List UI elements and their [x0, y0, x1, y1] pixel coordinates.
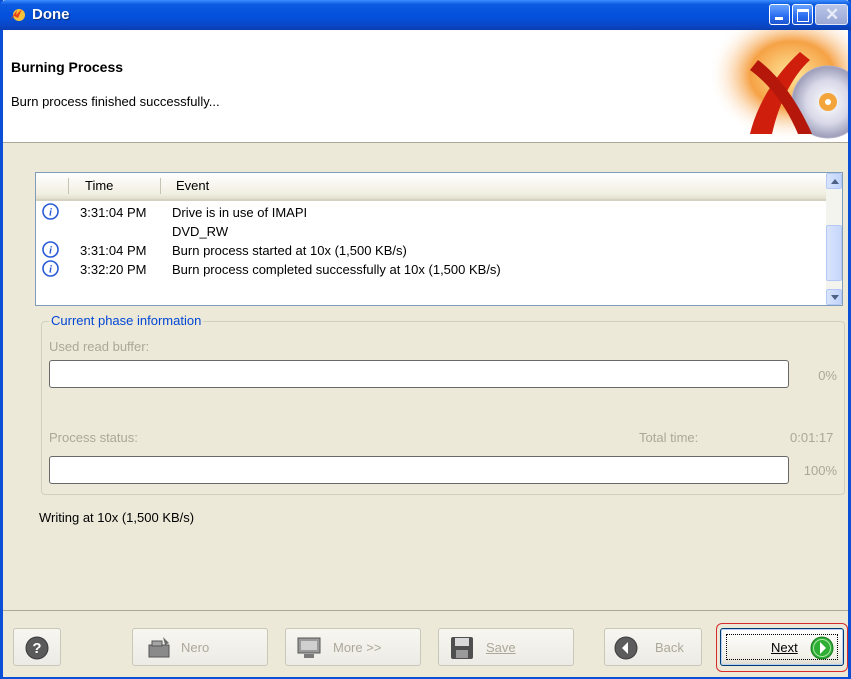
column-separator [68, 178, 69, 194]
nero-disc-icon [148, 637, 170, 658]
burning-window: Done ✕ Burning Process Burn process fini… [0, 0, 851, 679]
total-time-label: Total time: [639, 430, 699, 445]
minimize-button[interactable] [769, 4, 790, 25]
nero-button-label: Nero [181, 640, 210, 655]
event-log-scrollbar[interactable] [826, 173, 842, 305]
total-time-value: 0:01:17 [790, 430, 834, 445]
progress-fill [52, 459, 786, 481]
phase-info-group-label: Current phase information [49, 313, 204, 328]
process-status-progress [49, 456, 789, 484]
page-title: Burning Process [11, 59, 124, 75]
read-buffer-label: Used read buffer: [49, 339, 150, 354]
page-subtitle: Burn process finished successfully... [11, 94, 220, 109]
more-button[interactable]: More >> [285, 628, 421, 666]
scroll-thumb[interactable] [826, 225, 842, 281]
save-button[interactable]: Save [438, 628, 574, 666]
next-button-label: Next [771, 640, 798, 655]
floppy-disk-icon [451, 637, 473, 659]
scroll-down-button[interactable] [826, 289, 842, 305]
close-button[interactable]: ✕ [815, 4, 848, 25]
help-icon: ? [25, 636, 49, 660]
nero-x-logo [708, 30, 848, 142]
log-time: 3:31:04 PM [80, 205, 147, 220]
save-button-label: Save [486, 640, 516, 655]
log-event: Burn process started at 10x (1,500 KB/s) [172, 243, 407, 258]
more-button-label: More >> [333, 640, 382, 655]
wizard-header: Burning Process Burn process finished su… [3, 30, 848, 143]
info-icon: i [42, 203, 59, 220]
read-buffer-progress [49, 360, 789, 388]
column-event-header[interactable]: Event [176, 178, 209, 193]
back-button[interactable]: Back [604, 628, 702, 666]
log-row[interactable]: i 3:32:20 PM Burn process completed succ… [36, 260, 831, 279]
event-log-header: Time Event [36, 173, 831, 201]
column-time-header[interactable]: Time [85, 178, 113, 193]
chevron-down-icon [831, 295, 839, 300]
log-event: Burn process completed successfully at 1… [172, 262, 501, 277]
svg-text:?: ? [32, 640, 41, 657]
log-row[interactable]: i 3:31:04 PM Drive is in use of IMAPI [36, 203, 831, 222]
column-separator [160, 178, 161, 194]
event-log-list[interactable]: Time Event i 3:31:04 PM Drive is in use … [35, 172, 843, 306]
back-arrow-icon [614, 636, 638, 660]
log-time: 3:31:04 PM [80, 243, 147, 258]
log-row[interactable]: DVD_RW [36, 222, 831, 241]
writing-speed-status: Writing at 10x (1,500 KB/s) [39, 510, 195, 525]
window-title: Done [32, 6, 70, 23]
help-button[interactable]: ? [13, 628, 61, 666]
info-icon: i [42, 260, 59, 277]
title-bar[interactable]: Done ✕ [0, 0, 851, 30]
process-status-percent: 100% [803, 463, 837, 478]
back-button-label: Back [655, 640, 684, 655]
scroll-up-button[interactable] [826, 173, 842, 189]
info-icon: i [42, 241, 59, 258]
log-event: Drive is in use of IMAPI [172, 205, 308, 220]
nero-flame-icon [10, 9, 25, 21]
read-buffer-percent: 0% [818, 368, 837, 383]
process-status-label: Process status: [49, 430, 138, 445]
next-arrow-icon [810, 636, 834, 660]
chevron-up-icon [831, 179, 839, 184]
computer-icon [297, 637, 321, 658]
maximize-button[interactable] [792, 4, 813, 25]
close-icon: ✕ [825, 5, 840, 24]
next-button[interactable]: Next [720, 628, 844, 666]
nero-button[interactable]: Nero [132, 628, 268, 666]
log-time: 3:32:20 PM [80, 262, 147, 277]
log-row[interactable]: i 3:31:04 PM Burn process started at 10x… [36, 241, 831, 260]
log-event: DVD_RW [172, 224, 229, 239]
